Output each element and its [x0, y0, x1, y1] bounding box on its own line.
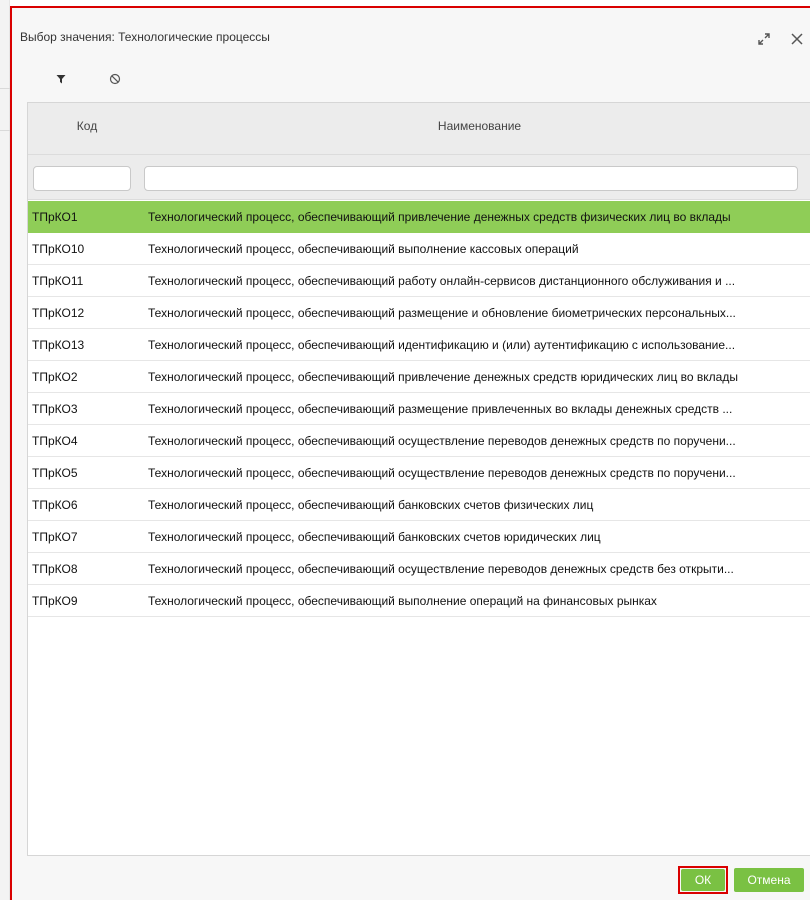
expand-icon[interactable] — [755, 30, 773, 48]
row-code: ТПрКО6 — [32, 498, 78, 512]
table-row[interactable]: ТПрКО13 Технологический процесс, обеспечи… — [28, 329, 810, 361]
dialog-titlebar: Выбор значения: Технологические процессы — [12, 8, 810, 60]
row-name: Технологический процесс, обеспечивающий … — [148, 530, 601, 544]
table-row[interactable]: ТПрКО2 Технологический процесс, обеспечив… — [28, 361, 810, 393]
row-code: ТПрКО13 — [32, 338, 85, 352]
row-code: ТПрКО1 — [32, 210, 78, 224]
row-code: ТПрКО3 — [32, 402, 78, 416]
dialog-footer: ОК Отмена — [12, 866, 810, 898]
table-row[interactable]: ТПрКО10 Технологический процесс, обеспечи… — [28, 233, 810, 265]
row-code: ТПрКО8 — [32, 562, 78, 576]
table-row[interactable]: ТПрКО8 Технологический процесс, обеспечив… — [28, 553, 810, 585]
row-name: Технологический процесс, обеспечивающий … — [148, 402, 733, 416]
row-code: ТПрКО2 — [32, 370, 78, 384]
background-window-edge — [0, 0, 10, 900]
row-name: Технологический процесс, обеспечивающий … — [148, 274, 736, 288]
row-code: ТПрКО5 — [32, 466, 78, 480]
ok-button[interactable]: ОК — [681, 869, 725, 891]
table-row[interactable]: ТПрКО4 Технологический процесс, обеспечив… — [28, 425, 810, 457]
row-name: Технологический процесс, обеспечивающий … — [148, 434, 736, 448]
code-filter-input[interactable] — [33, 166, 131, 191]
row-code: ТПрКО7 — [32, 530, 78, 544]
row-code: ТПрКО11 — [32, 274, 84, 288]
grid-toolbar — [12, 66, 810, 92]
row-name: Технологический процесс, обеспечивающий … — [148, 306, 736, 320]
column-header-name[interactable]: Наименование — [146, 119, 810, 133]
row-name: Технологический процесс, обеспечивающий … — [148, 562, 734, 576]
row-code: ТПрКО4 — [32, 434, 78, 448]
value-selection-dialog: Выбор значения: Технологические процессы — [10, 6, 810, 900]
name-filter-input[interactable] — [144, 166, 798, 191]
processes-grid: Код Наименование ТПрКО1 Технологический п… — [27, 102, 810, 856]
column-header-code[interactable]: Код — [28, 119, 146, 133]
table-row[interactable]: ТПрКО12 Технологический процесс, обеспечи… — [28, 297, 810, 329]
clear-filter-icon[interactable] — [106, 70, 124, 88]
table-row[interactable]: ТПрКО7 Технологический процесс, обеспечив… — [28, 521, 810, 553]
table-row[interactable]: ТПрКО11 Технологический процесс, обеспечи… — [28, 265, 810, 297]
row-name: Технологический процесс, обеспечивающий … — [148, 498, 594, 512]
table-row[interactable]: ТПрКО5 Технологический процесс, обеспечив… — [28, 457, 810, 489]
grid-header: Код Наименование — [28, 103, 810, 155]
table-row[interactable]: ТПрКО1 Технологический процесс, обеспечив… — [28, 201, 810, 233]
row-name: Технологический процесс, обеспечивающий … — [148, 210, 731, 224]
row-code: ТПрКО9 — [32, 594, 78, 608]
cancel-button[interactable]: Отмена — [734, 868, 804, 892]
grid-rows: ТПрКО1 Технологический процесс, обеспечив… — [28, 201, 810, 617]
close-icon[interactable] — [788, 30, 806, 48]
table-row[interactable]: ТПрКО6 Технологический процесс, обеспечив… — [28, 489, 810, 521]
filter-row — [28, 155, 810, 200]
edge-divider — [0, 130, 10, 131]
filter-icon[interactable] — [52, 70, 70, 88]
row-name: Технологический процесс, обеспечивающий … — [148, 594, 657, 608]
dialog-title: Выбор значения: Технологические процессы — [20, 30, 270, 44]
row-name: Технологический процесс, обеспечивающий … — [148, 370, 738, 384]
row-name: Технологический процесс, обеспечивающий … — [148, 466, 736, 480]
ok-button-highlight: ОК — [678, 866, 728, 894]
row-name: Технологический процесс, обеспечивающий … — [148, 338, 736, 352]
table-row[interactable]: ТПрКО3 Технологический процесс, обеспечив… — [28, 393, 810, 425]
edge-divider — [0, 88, 10, 89]
table-row[interactable]: ТПрКО9 Технологический процесс, обеспечив… — [28, 585, 810, 617]
row-code: ТПрКО12 — [32, 306, 85, 320]
row-code: ТПрКО10 — [32, 242, 85, 256]
row-name: Технологический процесс, обеспечивающий … — [148, 242, 579, 256]
